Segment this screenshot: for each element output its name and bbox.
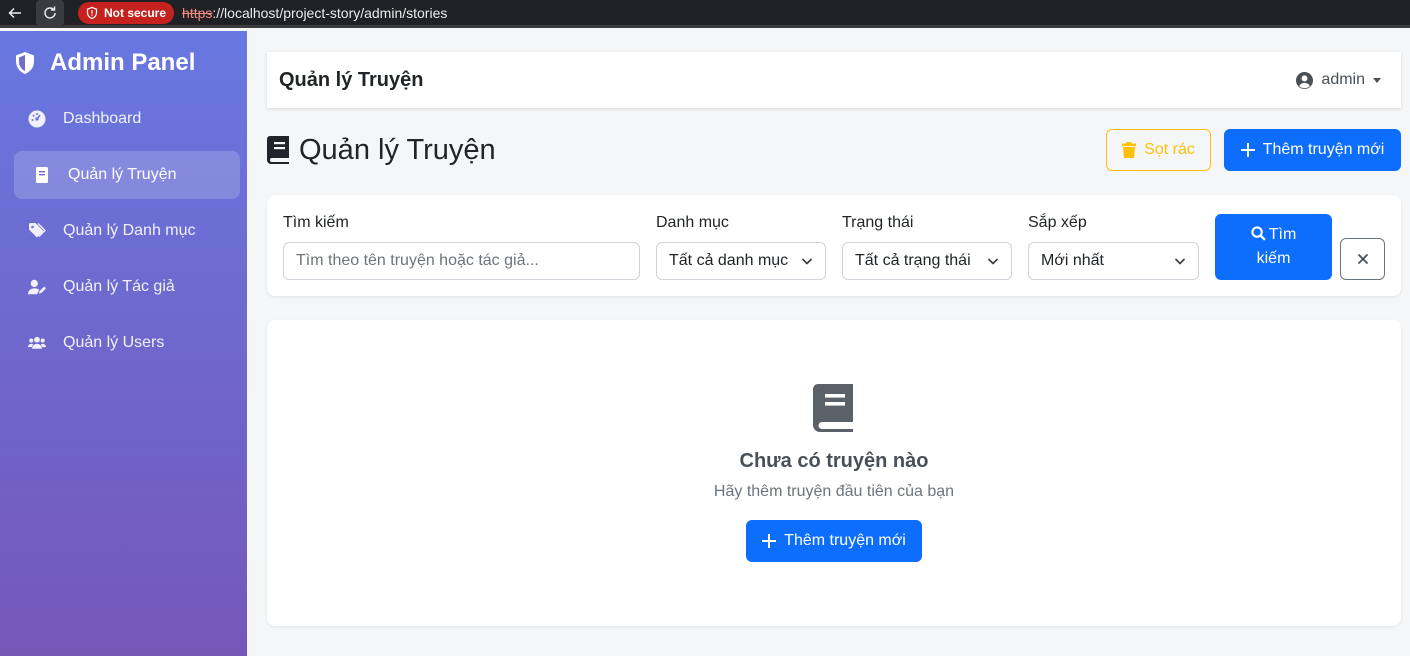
sort-label: Sắp xếp	[1028, 214, 1087, 231]
gauge-icon	[27, 109, 47, 129]
address-bar[interactable]: https://localhost/project-story/admin/st…	[182, 5, 447, 21]
browser-toolbar: Not secure https://localhost/project-sto…	[0, 0, 1410, 28]
page-actions: Sọt rác Thêm truyện mới	[1106, 129, 1401, 171]
search-label: Tìm kiếm	[283, 214, 349, 231]
status-value: Tất cả trạng thái	[855, 252, 971, 269]
url-path: ://localhost/project-story/admin/stories	[212, 4, 448, 21]
users-icon	[27, 333, 47, 353]
category-select[interactable]: Tất cả danh mục	[656, 242, 826, 280]
shield-icon	[16, 52, 34, 74]
sidebar-item-label: Quản lý Danh mục	[63, 222, 196, 239]
search-icon	[1251, 226, 1266, 241]
user-circle-icon	[1296, 71, 1314, 89]
reload-button[interactable]	[36, 0, 64, 26]
search-group: Tìm kiếm Tìm theo tên truyện hoặc tác gi…	[283, 213, 640, 280]
tags-icon	[27, 221, 47, 241]
sidebar-item-users[interactable]: Quản lý Users	[14, 319, 240, 367]
chevron-down-icon	[987, 258, 999, 265]
search-button-label-1: Tìm	[1268, 226, 1297, 243]
empty-subtitle: Hãy thêm truyện đầu tiên của bạn	[713, 483, 955, 500]
sidebar-item-dashboard[interactable]: Dashboard	[14, 95, 240, 143]
brand-title: Admin Panel	[50, 49, 196, 76]
url-scheme: https	[182, 4, 213, 21]
category-group: Danh mục Tất cả danh mục	[656, 213, 826, 280]
status-label: Trạng thái	[842, 214, 914, 231]
sidebar-item-stories[interactable]: Quản lý Truyện	[14, 151, 240, 199]
header-title: Quản lý Truyện	[279, 68, 424, 91]
empty-state-card: Chưa có truyện nào Hãy thêm truyện đầu t…	[267, 320, 1401, 626]
add-story-button[interactable]: Thêm truyện mới	[1224, 129, 1401, 171]
page-heading: Quản lý Truyện Sọt rác Thêm truyện mới	[267, 128, 1401, 172]
reload-icon	[44, 6, 56, 19]
plus-icon	[1240, 143, 1255, 157]
username: admin	[1321, 71, 1365, 88]
sidebar-item-label: Quản lý Truyện	[68, 166, 177, 183]
category-value: Tất cả danh mục	[669, 252, 789, 269]
back-button[interactable]	[2, 0, 28, 26]
add-first-story-button[interactable]: Thêm truyện mới	[746, 520, 922, 562]
search-button[interactable]: Tìm kiếm	[1215, 214, 1332, 280]
book-icon	[267, 136, 289, 164]
search-input[interactable]: Tìm theo tên truyện hoặc tác giả...	[283, 242, 640, 280]
sidebar-menu: Dashboard Quản lý Truyện Quản lý Danh mụ…	[0, 95, 247, 367]
trash-label: Sọt rác	[1144, 141, 1195, 158]
user-edit-icon	[27, 277, 47, 297]
not-secure-badge[interactable]: Not secure	[78, 1, 175, 24]
page-title-text: Quản lý Truyện	[299, 133, 496, 166]
add-story-label: Thêm truyện mới	[1262, 141, 1385, 158]
chevron-down-icon	[1174, 258, 1186, 265]
sidebar-item-authors[interactable]: Quản lý Tác giả	[14, 263, 240, 311]
not-secure-label: Not secure	[104, 5, 167, 20]
book-icon	[32, 165, 52, 185]
sidebar-item-label: Quản lý Users	[63, 334, 165, 351]
trash-icon	[1122, 142, 1137, 158]
sidebar-item-categories[interactable]: Quản lý Danh mục	[14, 207, 240, 255]
status-select[interactable]: Tất cả trạng thái	[842, 242, 1012, 280]
chevron-down-icon	[801, 258, 813, 265]
add-first-story-label: Thêm truyện mới	[784, 532, 906, 549]
plus-icon	[762, 534, 777, 548]
user-menu[interactable]: admin	[1296, 71, 1381, 89]
status-group: Trạng thái Tất cả trạng thái	[842, 213, 1012, 280]
filter-card: Tìm kiếm Tìm theo tên truyện hoặc tác gi…	[267, 195, 1401, 296]
page-title: Quản lý Truyện	[267, 134, 496, 167]
top-header: Quản lý Truyện admin	[267, 52, 1401, 108]
search-button-label-2: kiếm	[1256, 250, 1291, 267]
empty-title: Chưa có truyện nào	[739, 450, 929, 472]
sort-select[interactable]: Mới nhất	[1028, 242, 1199, 280]
chevron-down-icon	[1373, 77, 1381, 83]
book-icon	[813, 384, 853, 432]
reset-filters-button[interactable]	[1340, 238, 1385, 280]
close-icon	[1357, 253, 1368, 265]
sidebar-item-label: Dashboard	[63, 110, 142, 127]
sort-group: Sắp xếp Mới nhất	[1028, 213, 1199, 280]
arrow-left-icon	[8, 7, 21, 18]
shield-warning-icon	[86, 6, 98, 19]
category-label: Danh mục	[656, 214, 729, 231]
brand[interactable]: Admin Panel	[0, 31, 247, 95]
sort-value: Mới nhất	[1041, 252, 1104, 269]
trash-button[interactable]: Sọt rác	[1106, 129, 1211, 171]
sidebar-item-label: Quản lý Tác giả	[63, 278, 175, 295]
sidebar: Admin Panel Dashboard Quản lý Truyện Quả…	[0, 31, 247, 656]
